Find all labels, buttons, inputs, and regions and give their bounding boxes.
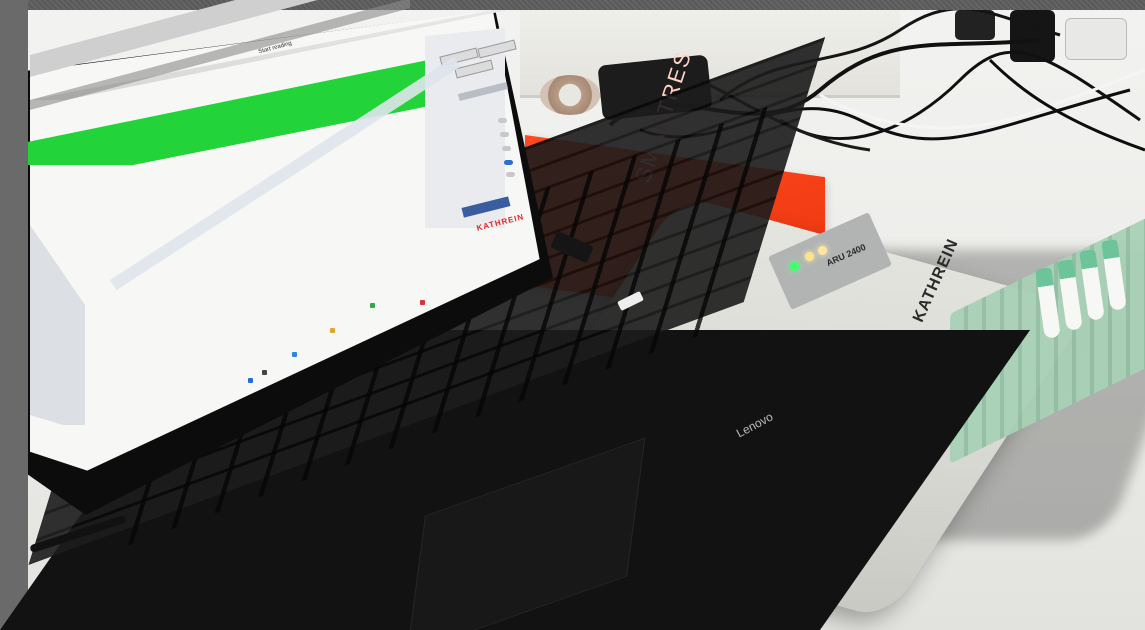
toggle-switch — [504, 160, 513, 165]
toggle-switch — [500, 132, 509, 137]
toggle-switch — [502, 146, 511, 151]
taskbar-icon — [420, 300, 425, 305]
taskbar-icon — [370, 303, 375, 308]
toggle-switch — [498, 118, 507, 123]
frame-edge — [0, 0, 28, 630]
taskbar-icon — [330, 328, 335, 333]
led-indicator — [790, 262, 799, 271]
taskbar-icon — [262, 370, 267, 375]
toggle-switch — [506, 172, 515, 177]
led-indicator — [805, 252, 814, 261]
taskbar-icon — [292, 352, 297, 357]
cable — [988, 58, 1145, 152]
led-indicator — [818, 246, 827, 255]
photo-scene: SMARTRES ARU 2400 KATHREIN Lenovo Start … — [0, 0, 1145, 630]
windows-icon — [248, 378, 253, 383]
